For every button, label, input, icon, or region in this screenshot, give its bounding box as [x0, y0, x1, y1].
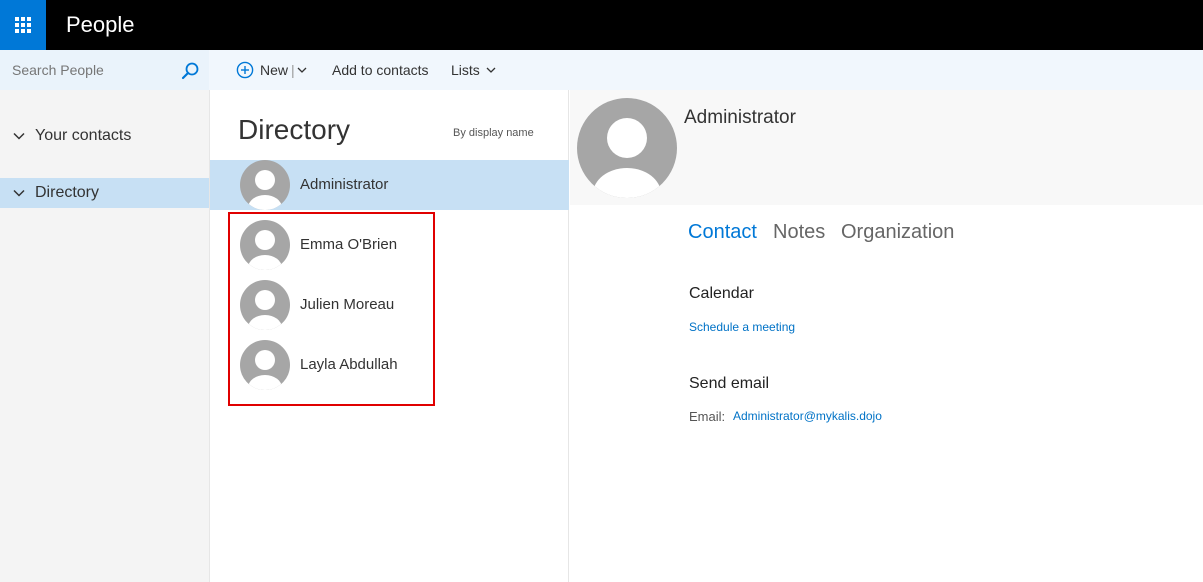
command-bar: New | Add to contacts Lists [209, 50, 1203, 90]
chevron-down-icon [486, 67, 496, 73]
contact-name: Layla Abdullah [300, 356, 398, 373]
chevron-down-icon [13, 189, 25, 197]
detail-header: Administrator [570, 90, 1203, 205]
chevron-down-icon [297, 67, 307, 73]
new-button-label: New [260, 62, 289, 78]
avatar [240, 280, 290, 330]
tab-notes[interactable]: Notes [773, 221, 825, 244]
left-nav-pane: Your contacts Directory [0, 50, 209, 582]
lists-button[interactable]: Lists [451, 50, 497, 90]
waffle-icon [15, 17, 31, 33]
avatar [240, 160, 290, 210]
contact-list-pane: Directory By display name Administrator … [209, 90, 569, 582]
new-separator: | [291, 62, 295, 78]
tab-contact[interactable]: Contact [688, 221, 757, 244]
send-email-section-title: Send email [689, 375, 770, 392]
nav-item-your-contacts[interactable]: Your contacts [0, 121, 209, 151]
contact-name: Julien Moreau [300, 296, 395, 313]
new-button[interactable]: New | [236, 50, 295, 90]
email-address-link[interactable]: Administrator@mykalis.dojo [733, 409, 882, 423]
chevron-down-icon [13, 132, 25, 140]
contact-name: Emma O'Brien [300, 236, 398, 253]
search-input[interactable] [0, 50, 170, 90]
plus-circle-icon [236, 61, 254, 79]
search-box [0, 50, 209, 90]
contact-row[interactable]: Layla Abdullah [210, 340, 569, 390]
detail-contact-name: Administrator [684, 107, 796, 128]
nav-item-label: Directory [35, 184, 100, 201]
avatar [240, 220, 290, 270]
add-to-contacts-button[interactable]: Add to contacts [332, 50, 429, 90]
contact-row[interactable]: Administrator [210, 160, 569, 210]
schedule-meeting-link[interactable]: Schedule a meeting [689, 320, 795, 334]
avatar [240, 340, 290, 390]
contact-row[interactable]: Emma O'Brien [210, 220, 569, 270]
avatar [577, 98, 677, 198]
contact-detail-pane: Administrator Contact Notes Organization… [570, 90, 1203, 582]
contact-row[interactable]: Julien Moreau [210, 280, 569, 330]
list-title: Directory [238, 114, 351, 145]
email-label: Email: [689, 409, 726, 424]
nav-item-label: Your contacts [35, 127, 132, 144]
app-title: People [66, 12, 135, 37]
sort-by-button[interactable]: By display name [453, 127, 534, 139]
new-dropdown-button[interactable] [296, 50, 308, 90]
app-launcher-button[interactable] [0, 0, 46, 50]
top-bar: People [0, 0, 1203, 50]
tab-organization[interactable]: Organization [841, 221, 954, 244]
nav-item-directory[interactable]: Directory [0, 178, 209, 208]
lists-button-label: Lists [451, 62, 480, 78]
contact-name: Administrator [300, 176, 389, 193]
search-icon[interactable] [180, 61, 200, 81]
calendar-section-title: Calendar [689, 285, 754, 302]
